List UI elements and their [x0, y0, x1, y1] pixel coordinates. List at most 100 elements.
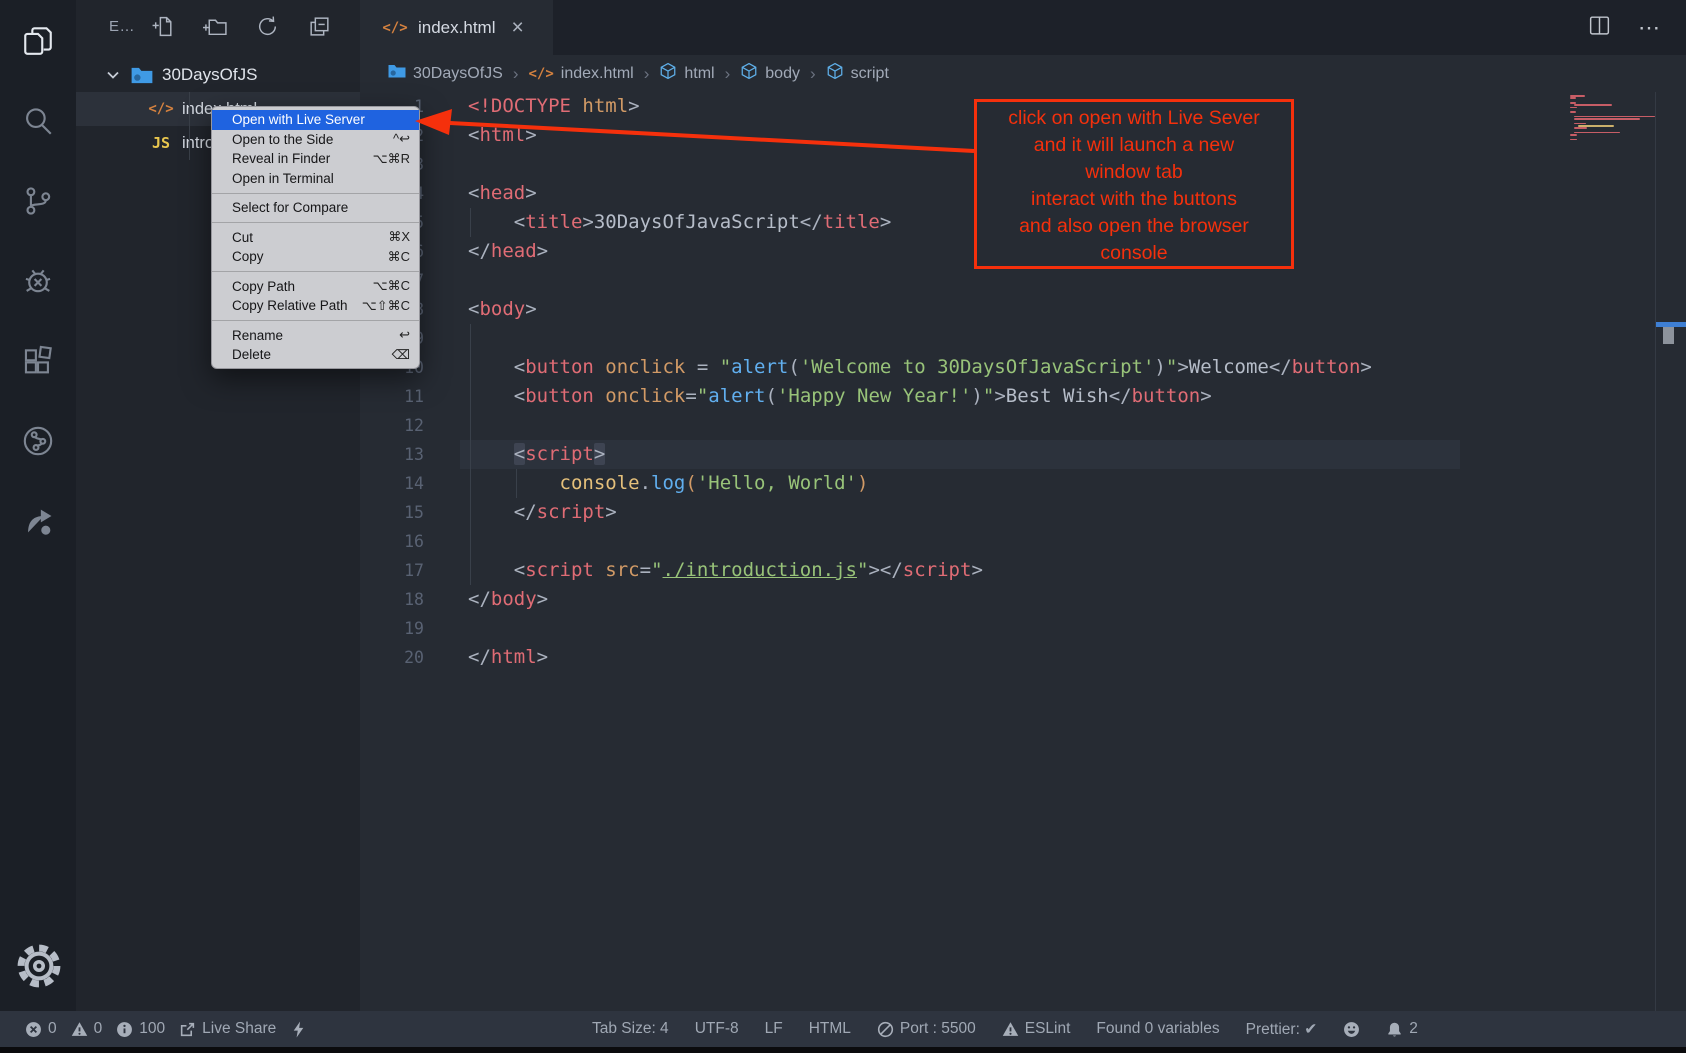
menu-item-open-to-the-side[interactable]: Open to the Side^↩ [212, 130, 419, 150]
debug-icon[interactable] [0, 255, 76, 307]
menu-item-cut[interactable]: Cut⌘X [212, 228, 419, 248]
breadcrumb-label: 30DaysOfJS [413, 65, 503, 83]
menu-item-copy-path[interactable]: Copy Path⌥⌘C [212, 277, 419, 297]
menu-separator [212, 193, 419, 194]
search-icon[interactable] [0, 95, 76, 147]
code-text: </head> [468, 237, 548, 266]
settings-gear-icon[interactable] [15, 942, 63, 990]
breadcrumb-label: script [851, 65, 889, 83]
status-tab-size[interactable]: Tab Size: 4 [592, 1020, 669, 1038]
refresh-icon[interactable] [255, 14, 280, 44]
breadcrumb-label: html [684, 65, 714, 83]
menu-item-select-for-compare[interactable]: Select for Compare [212, 198, 419, 218]
close-tab-icon[interactable]: × [511, 17, 523, 38]
live-share-icon[interactable] [0, 495, 76, 547]
status-label: 100 [139, 1020, 165, 1038]
status-notifications[interactable]: 2 [1386, 1020, 1418, 1038]
code-line-11[interactable]: 11 <button onclick="alert('Happy New Year… [360, 382, 1686, 411]
menu-item-open-in-terminal[interactable]: Open in Terminal [212, 169, 419, 189]
menu-item-reveal-in-finder[interactable]: Reveal in Finder⌥⌘R [212, 149, 419, 169]
line-number: 11 [360, 382, 424, 411]
chevron-down-icon [105, 67, 121, 83]
code-line-19[interactable]: 19 [360, 614, 1686, 643]
status-errors[interactable]: 0 [25, 1020, 57, 1038]
indent-guide [470, 556, 471, 585]
annotation-text: interact with the buttons [977, 186, 1291, 213]
status-port[interactable]: Port : 5500 [877, 1020, 976, 1038]
code-line-20[interactable]: 20</html> [360, 643, 1686, 672]
line-number: 13 [360, 440, 424, 469]
explorer-icon[interactable] [0, 15, 76, 67]
status-eslint[interactable]: ESLint [1002, 1020, 1071, 1038]
code-line-7[interactable]: 7 [360, 266, 1686, 295]
indent-guide [470, 440, 471, 469]
collapse-folders-icon[interactable] [307, 14, 332, 44]
breadcrumb-item-script[interactable]: script [826, 62, 889, 85]
menu-item-label: Open in Terminal [232, 171, 334, 186]
status-warnings[interactable]: 0 [71, 1020, 103, 1038]
minimap[interactable] [1567, 95, 1655, 155]
status-label: Prettier: ✔ [1246, 1020, 1318, 1039]
code-text: <script src="./introduction.js"></script… [514, 556, 983, 585]
status-variables[interactable]: Found 0 variables [1096, 1020, 1219, 1038]
indent-guide [470, 527, 471, 556]
status-live-share[interactable]: Live Share [179, 1020, 276, 1038]
breadcrumb-item-body[interactable]: body [740, 62, 800, 85]
status-infos[interactable]: 100 [116, 1020, 165, 1038]
code-line-16[interactable]: 16 [360, 527, 1686, 556]
new-folder-icon[interactable] [203, 14, 228, 44]
sidebar-item-root-folder[interactable]: 30DaysOfJS [76, 58, 360, 92]
breadcrumb-item-30DaysOfJS[interactable]: 30DaysOfJS [388, 62, 503, 85]
code-line-18[interactable]: 18</body> [360, 585, 1686, 614]
code-text: console.log('Hello, World') [560, 469, 869, 498]
tab-index-html[interactable]: </> index.html × [360, 0, 553, 55]
menu-item-delete[interactable]: Delete⌫ [212, 345, 419, 365]
line-number: 17 [360, 556, 424, 585]
code-line-9[interactable]: 9 [360, 324, 1686, 353]
code-line-13[interactable]: 13<script> [360, 440, 1686, 469]
slash-icon [877, 1021, 894, 1038]
status-label: Tab Size: 4 [592, 1020, 669, 1038]
line-number: 15 [360, 498, 424, 527]
status-bolt[interactable] [290, 1021, 307, 1038]
extensions-icon[interactable] [0, 335, 76, 387]
code-text: <button onclick="alert('Happy New Year!'… [514, 382, 1212, 411]
menu-item-shortcut: ↩ [399, 327, 410, 343]
explorer-title: E… [109, 18, 135, 35]
menu-item-open-with-live-server[interactable]: Open with Live Server [212, 110, 419, 130]
code-text: <body> [468, 295, 537, 324]
code-line-17[interactable]: 17 <script src="./introduction.js"></scri… [360, 556, 1686, 585]
more-actions-icon[interactable]: ⋯ [1638, 15, 1662, 41]
menu-item-label: Open with Live Server [232, 112, 365, 127]
menu-item-rename[interactable]: Rename↩ [212, 326, 419, 346]
status-feedback[interactable] [1343, 1021, 1360, 1038]
indent-guide [470, 382, 471, 411]
cube-icon [659, 62, 677, 85]
breadcrumb-item-html[interactable]: html [659, 62, 714, 85]
scrollbar-thumb[interactable] [1663, 327, 1674, 344]
code-line-8[interactable]: 8<body> [360, 295, 1686, 324]
status-eol[interactable]: LF [765, 1020, 783, 1038]
indent-guide [470, 208, 471, 237]
warning-icon [1002, 1021, 1019, 1038]
status-encoding[interactable]: UTF-8 [695, 1020, 739, 1038]
code-line-15[interactable]: 15</script> [360, 498, 1686, 527]
menu-item-copy-relative-path[interactable]: Copy Relative Path⌥⇧⌘C [212, 296, 419, 316]
code-text: </body> [468, 585, 548, 614]
status-prettier[interactable]: Prettier: ✔ [1246, 1020, 1318, 1039]
code-line-10[interactable]: 10<button onclick = "alert('Welcome to 3… [360, 353, 1686, 382]
circle-branch-icon[interactable] [0, 415, 76, 467]
code-text: <title>30DaysOfJavaScript</title> [514, 208, 892, 237]
code-line-14[interactable]: 14console.log('Hello, World') [360, 469, 1686, 498]
breadcrumb-item-index-html[interactable]: </>index.html [528, 65, 633, 83]
html-file-icon: </> [146, 101, 176, 117]
status-label: Found 0 variables [1096, 1020, 1219, 1038]
code-line-12[interactable]: 12 [360, 411, 1686, 440]
source-control-icon[interactable] [0, 175, 76, 227]
annotation-text: and also open the browser [977, 213, 1291, 240]
new-file-icon[interactable] [151, 14, 176, 44]
split-editor-icon[interactable] [1587, 13, 1612, 43]
menu-item-copy[interactable]: Copy⌘C [212, 247, 419, 267]
status-language-mode[interactable]: HTML [809, 1020, 851, 1038]
status-label: UTF-8 [695, 1020, 739, 1038]
